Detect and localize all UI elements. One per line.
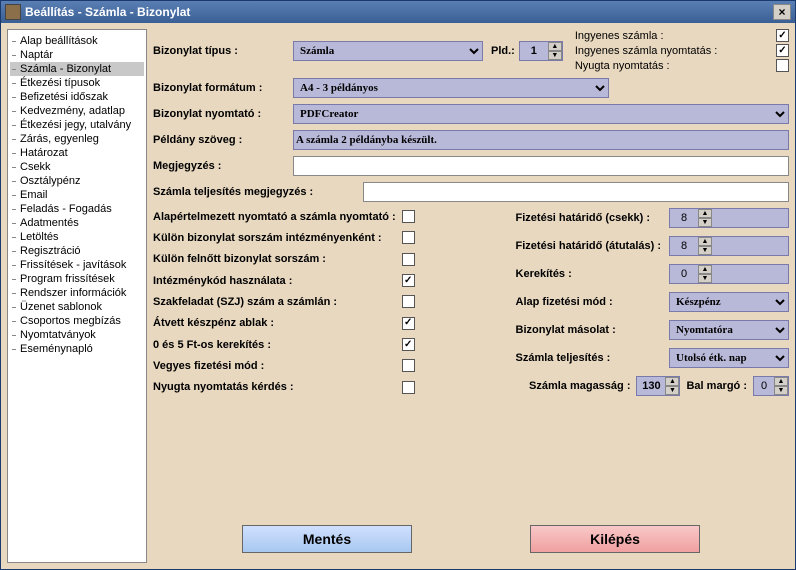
label-szamla-telj: Számla teljesítés :	[516, 352, 661, 364]
spin-kerekites[interactable]: ▲▼	[669, 264, 789, 284]
label-c5: Átvett készpénz ablak :	[153, 317, 396, 329]
label-fiz-atut: Fizetési határidő (átutalás) :	[516, 240, 661, 252]
window-title: Beállítás - Számla - Bizonylat	[25, 5, 773, 19]
sidebar-item[interactable]: Étkezési típusok	[10, 76, 144, 90]
check-ingyenes[interactable]	[776, 29, 789, 42]
sidebar-item[interactable]: Üzenet sablonok	[10, 300, 144, 314]
sidebar-item[interactable]: Osztálypénz	[10, 174, 144, 188]
sidebar-item[interactable]: Rendszer információk	[10, 286, 144, 300]
label-kerekites: Kerekítés :	[516, 268, 661, 280]
check-c0[interactable]	[402, 210, 415, 223]
spin-pld[interactable]: ▲▼	[519, 41, 563, 61]
input-szamla-telj-megj[interactable]	[363, 182, 789, 202]
label-c8: Nyugta nyomtatás kérdés :	[153, 381, 396, 393]
sidebar-item[interactable]: Alap beállítások	[10, 34, 144, 48]
sidebar-item[interactable]: Kedvezmény, adatlap	[10, 104, 144, 118]
label-szamla-telj-megj: Számla teljesítés megjegyzés :	[153, 186, 363, 198]
label-szamla-mag: Számla magasság :	[529, 380, 631, 392]
select-biz-masolat[interactable]: Nyomtatóra	[669, 320, 789, 340]
titlebar: Beállítás - Számla - Bizonylat ×	[1, 1, 795, 23]
label-c7: Vegyes fizetési mód :	[153, 360, 396, 372]
label-pld: Pld.:	[491, 45, 515, 57]
select-alap-fizmod[interactable]: Készpénz	[669, 292, 789, 312]
app-icon	[5, 4, 21, 20]
check-c4[interactable]	[402, 295, 415, 308]
sidebar-item[interactable]: Számla - Bizonylat	[10, 62, 144, 76]
sidebar-item[interactable]: Határozat	[10, 146, 144, 160]
spin-bal-margo[interactable]: ▲▼	[753, 376, 789, 396]
select-szamla-telj[interactable]: Utolsó étk. nap	[669, 348, 789, 368]
check-c6[interactable]	[402, 338, 415, 351]
check-c2[interactable]	[402, 253, 415, 266]
label-c2: Külön felnőtt bizonylat sorszám :	[153, 253, 396, 265]
spin-szamla-mag[interactable]: ▲▼	[636, 376, 680, 396]
sidebar-item[interactable]: Befizetési időszak	[10, 90, 144, 104]
sidebar-item[interactable]: Feladás - Fogadás	[10, 202, 144, 216]
close-icon[interactable]: ×	[773, 4, 791, 20]
chevron-up-icon[interactable]: ▲	[548, 42, 562, 51]
label-tipus: Bizonylat típus :	[153, 45, 293, 57]
sidebar-item[interactable]: Zárás, egyenleg	[10, 132, 144, 146]
sidebar: Alap beállításokNaptárSzámla - Bizonylat…	[7, 29, 147, 563]
sidebar-item[interactable]: Program frissítések	[10, 272, 144, 286]
label-biz-masolat: Bizonylat másolat :	[516, 324, 661, 336]
select-formatum[interactable]: A4 - 3 példányos	[293, 78, 609, 98]
sidebar-item[interactable]: Csoportos megbízás	[10, 314, 144, 328]
check-c5[interactable]	[402, 317, 415, 330]
label-ingyenes: Ingyenes számla :	[575, 30, 744, 42]
label-megjegyzes: Megjegyzés :	[153, 160, 293, 172]
sidebar-item[interactable]: Eseménynapló	[10, 342, 144, 356]
sidebar-item[interactable]: Csekk	[10, 160, 144, 174]
sidebar-item[interactable]: Naptár	[10, 48, 144, 62]
sidebar-item[interactable]: Adatmentés	[10, 216, 144, 230]
chevron-down-icon[interactable]: ▼	[548, 51, 562, 60]
label-nyomtato: Bizonylat nyomtató :	[153, 108, 293, 120]
sidebar-item[interactable]: Étkezési jegy, utalvány	[10, 118, 144, 132]
label-fiz-csekk: Fizetési határidő (csekk) :	[516, 212, 661, 224]
input-megjegyzes[interactable]	[293, 156, 789, 176]
spin-fiz-csekk[interactable]: ▲▼	[669, 208, 789, 228]
sidebar-item[interactable]: Letöltés	[10, 230, 144, 244]
label-nyugta-ny: Nyugta nyomtatás :	[575, 60, 744, 72]
label-c0: Alapértelmezett nyomtató a számla nyomta…	[153, 211, 396, 223]
sidebar-item[interactable]: Frissítések - javítások	[10, 258, 144, 272]
select-tipus[interactable]: Számla	[293, 41, 483, 61]
label-ingyenes-ny: Ingyenes számla nyomtatás :	[575, 45, 744, 57]
check-c8[interactable]	[402, 381, 415, 394]
label-peldany: Példány szöveg :	[153, 134, 293, 146]
label-alap-fizmod: Alap fizetési mód :	[516, 296, 661, 308]
check-c1[interactable]	[402, 231, 415, 244]
check-nyugta-ny[interactable]	[776, 59, 789, 72]
label-c6: 0 és 5 Ft-os kerekítés :	[153, 339, 396, 351]
sidebar-item[interactable]: Email	[10, 188, 144, 202]
check-c7[interactable]	[402, 359, 415, 372]
sidebar-item[interactable]: Regisztráció	[10, 244, 144, 258]
save-button[interactable]: Mentés	[242, 525, 412, 553]
exit-button[interactable]: Kilépés	[530, 525, 700, 553]
input-peldany[interactable]	[293, 130, 789, 150]
select-nyomtato[interactable]: PDFCreator	[293, 104, 789, 124]
check-ingyenes-ny[interactable]	[776, 44, 789, 57]
label-formatum: Bizonylat formátum :	[153, 82, 293, 94]
spin-fiz-atut[interactable]: ▲▼	[669, 236, 789, 256]
check-c3[interactable]	[402, 274, 415, 287]
label-bal-margo: Bal margó :	[686, 380, 747, 392]
label-c4: Szakfeladat (SZJ) szám a számlán :	[153, 296, 396, 308]
main-panel: Bizonylat típus : Számla Pld.: ▲▼ Ingyen…	[153, 29, 789, 563]
sidebar-item[interactable]: Nyomtatványok	[10, 328, 144, 342]
label-c3: Intézménykód használata :	[153, 275, 396, 287]
label-c1: Külön bizonylat sorszám intézményenként …	[153, 232, 396, 244]
